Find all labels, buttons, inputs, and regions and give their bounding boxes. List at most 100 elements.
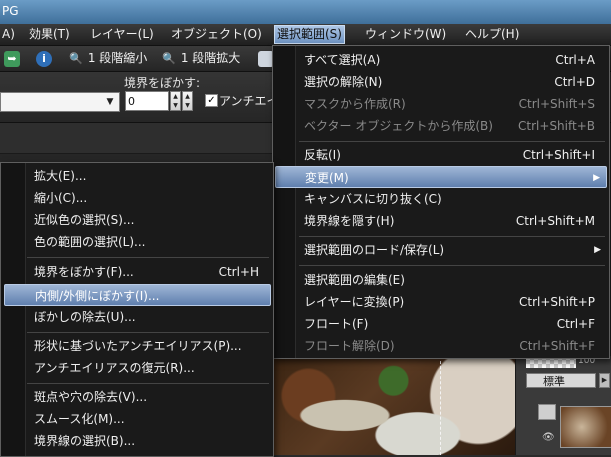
window-title: PG bbox=[2, 4, 19, 18]
menu-item-select-borders[interactable]: 境界線の選択(B)... bbox=[26, 430, 271, 452]
menu-item-label: レイヤーに変換(P) bbox=[304, 295, 405, 309]
menu-item-inside-outside-feather[interactable]: 内側/外側にぼかす(I)... bbox=[4, 284, 271, 306]
menu-item-shape-antialias[interactable]: 形状に基づいたアンチエイリアス(P)... bbox=[26, 335, 271, 357]
menu-bar: A) 効果(T) レイヤー(L) オブジェクト(O) 選択範囲(S) ウィンドウ… bbox=[0, 24, 611, 46]
feather-label: 境界をぼかす: bbox=[124, 76, 201, 90]
menu-separator bbox=[299, 265, 605, 266]
menu-item-label: 斑点や穴の除去(V)... bbox=[34, 390, 148, 404]
menu-item-shortcut: Ctrl+Shift+M bbox=[515, 214, 595, 228]
feather-slider-button[interactable]: ▲ ▼ bbox=[182, 91, 193, 111]
menu-item-label: 近似色の選択(S)... bbox=[34, 213, 135, 227]
feather-spinner[interactable]: ▲ ▼ bbox=[170, 91, 181, 111]
menu-item-shortcut: Ctrl+Shift+B bbox=[518, 119, 595, 133]
menu-item-select-none[interactable]: 選択の解除(N) Ctrl+D bbox=[296, 71, 607, 93]
menu-item-shortcut: Ctrl+H bbox=[218, 265, 259, 279]
menu-item-remove-feather[interactable]: ぼかしの除去(U)... bbox=[26, 306, 271, 328]
menu-item-label: 縮小(C)... bbox=[34, 191, 88, 205]
selection-marquee bbox=[440, 356, 481, 455]
selection-type-dropdown[interactable]: ▼ bbox=[0, 92, 120, 112]
toolbar-button[interactable]: ➥ bbox=[4, 49, 20, 68]
menu-gutter bbox=[1, 163, 26, 456]
menu-item-shortcut: Ctrl+Shift+S bbox=[518, 97, 595, 111]
menu-item-shortcut: Ctrl+F bbox=[556, 317, 595, 331]
title-bar: PG bbox=[0, 0, 611, 24]
submenu-arrow-icon: ▶ bbox=[594, 245, 601, 255]
menu-selections[interactable]: 選択範囲(S) bbox=[274, 25, 345, 44]
menu-item-edit-selection[interactable]: 選択範囲の編集(E) bbox=[296, 269, 607, 291]
menu-item-label: 境界をぼかす(F)... bbox=[34, 265, 134, 279]
menu-item-label: 境界線を隠す(H) bbox=[304, 214, 395, 228]
menu-item-label: 選択の解除(N) bbox=[304, 75, 383, 89]
menu-objects[interactable]: オブジェクト(O) bbox=[169, 26, 264, 43]
menu-item-label: キャンバスに切り抜く(C) bbox=[304, 192, 442, 206]
menu-item-contract[interactable]: 縮小(C)... bbox=[26, 187, 271, 209]
selections-menu: すべて選択(A) Ctrl+A 選択の解除(N) Ctrl+D マスクから作成(… bbox=[272, 45, 610, 359]
zoom-in-label: 1 段階拡大 bbox=[180, 51, 241, 65]
menu-separator bbox=[299, 236, 605, 237]
menu-help[interactable]: ヘルプ(H) bbox=[463, 26, 521, 43]
document-tab-bar bbox=[0, 123, 272, 154]
zoom-in-button[interactable]: 🔍 1 段階拡大 bbox=[161, 49, 240, 68]
menu-item-hide-marquee[interactable]: 境界線を隠す(H) Ctrl+Shift+M bbox=[296, 210, 607, 232]
submenu-arrow-icon: ▶ bbox=[593, 173, 600, 183]
menu-item-modify[interactable]: 変更(M) ▶ bbox=[275, 166, 607, 188]
menu-item-promote-to-layer[interactable]: レイヤーに変換(P) Ctrl+Shift+P bbox=[296, 291, 607, 313]
menu-item-smooth[interactable]: スムース化(M)... bbox=[26, 408, 271, 430]
menu-item-label: フロート解除(D) bbox=[304, 339, 395, 353]
menu-item-label: 選択範囲のロード/保存(L) bbox=[304, 243, 445, 257]
zoom-in-icon: 🔍 bbox=[162, 51, 176, 65]
menu-item-select-color-range[interactable]: 色の範囲の選択(L)... bbox=[26, 231, 271, 253]
menu-item-float[interactable]: フロート(F) Ctrl+F bbox=[296, 313, 607, 335]
menu-effects[interactable]: 効果(T) bbox=[27, 26, 72, 43]
menu-window[interactable]: ウィンドウ(W) bbox=[363, 26, 448, 43]
menu-item-select-all[interactable]: すべて選択(A) Ctrl+A bbox=[296, 49, 607, 71]
menu-item-crop-to-canvas[interactable]: キャンバスに切り抜く(C) bbox=[296, 188, 607, 210]
menu-gutter bbox=[273, 46, 296, 358]
menu-item-label: 選択範囲の編集(E) bbox=[304, 273, 405, 287]
menu-item-label: スムース化(M)... bbox=[34, 412, 125, 426]
menu-item-label: マスクから作成(R) bbox=[304, 97, 406, 111]
menu-layers[interactable]: レイヤー(L) bbox=[88, 26, 156, 43]
menu-item-recover-antialias[interactable]: アンチエイリアスの復元(R)... bbox=[26, 357, 271, 379]
chevron-down-icon: ▼ bbox=[106, 97, 114, 107]
zoom-out-label: 1 段階縮小 bbox=[87, 51, 148, 65]
menu-item-invert[interactable]: 反転(I) Ctrl+Shift+I bbox=[296, 144, 607, 166]
menu-item-defloat[interactable]: フロート解除(D) Ctrl+Shift+F bbox=[296, 335, 607, 357]
menu-item-shortcut: Ctrl+Shift+P bbox=[519, 295, 595, 309]
info-icon: i bbox=[36, 50, 52, 67]
menu-item-from-mask[interactable]: マスクから作成(R) Ctrl+Shift+S bbox=[296, 93, 607, 115]
menu-separator bbox=[27, 332, 269, 333]
menu-item-remove-specks[interactable]: 斑点や穴の除去(V)... bbox=[26, 386, 271, 408]
layer-thumbnail[interactable] bbox=[560, 406, 611, 448]
eye-icon[interactable]: 👁 bbox=[542, 432, 555, 443]
menu-separator bbox=[27, 383, 269, 384]
menu-item-label: 変更(M) bbox=[305, 171, 349, 185]
arrow-icon: ➥ bbox=[4, 50, 20, 67]
menu-item-label: 形状に基づいたアンチエイリアス(P)... bbox=[34, 339, 242, 353]
menu-item-load-save[interactable]: 選択範囲のロード/保存(L) ▶ bbox=[296, 239, 607, 261]
menu-item-from-vector[interactable]: ベクター オブジェクトから作成(B) Ctrl+Shift+B bbox=[296, 115, 607, 137]
menu-item-label: 境界線の選択(B)... bbox=[34, 434, 136, 448]
modify-submenu: 拡大(E)... 縮小(C)... 近似色の選択(S)... 色の範囲の選択(L… bbox=[0, 162, 274, 457]
menu-item-shortcut: Ctrl+Shift+I bbox=[522, 148, 595, 162]
layer-lock-icon[interactable] bbox=[538, 404, 556, 420]
blend-mode-select[interactable]: 標準 bbox=[526, 373, 596, 388]
menu-separator bbox=[27, 257, 269, 258]
menu-item-label: すべて選択(A) bbox=[304, 53, 381, 67]
antialias-checkbox[interactable]: ✓ bbox=[205, 94, 218, 107]
menu-item-shortcut: Ctrl+D bbox=[554, 75, 595, 89]
menu-file-partial[interactable]: A) bbox=[0, 26, 17, 43]
zoom-out-button[interactable]: 🔍 1 段階縮小 bbox=[68, 49, 147, 68]
menu-item-expand[interactable]: 拡大(E)... bbox=[26, 165, 271, 187]
menu-item-feather[interactable]: 境界をぼかす(F)... Ctrl+H bbox=[26, 261, 271, 283]
menu-item-label: アンチエイリアスの復元(R)... bbox=[34, 361, 195, 375]
info-button[interactable]: i bbox=[36, 49, 52, 68]
feather-input[interactable]: 0 bbox=[125, 91, 169, 111]
menu-item-select-similar[interactable]: 近似色の選択(S)... bbox=[26, 209, 271, 231]
menu-item-shortcut: Ctrl+Shift+F bbox=[519, 339, 595, 353]
menu-item-label: フロート(F) bbox=[304, 317, 369, 331]
blend-mode-arrow[interactable]: ▶ bbox=[599, 373, 610, 388]
zoom-out-icon: 🔍 bbox=[69, 51, 83, 65]
menu-item-label: 色の範囲の選択(L)... bbox=[34, 235, 146, 249]
menu-item-label: 内側/外側にぼかす(I)... bbox=[35, 289, 160, 303]
